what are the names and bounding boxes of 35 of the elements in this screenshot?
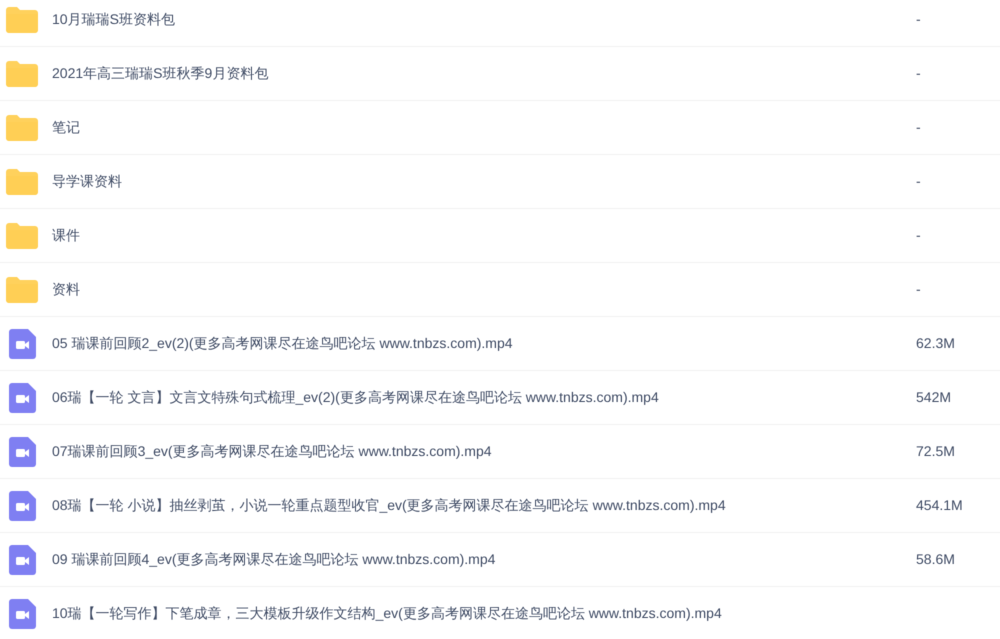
video-file-icon — [9, 382, 36, 412]
file-size: - — [916, 64, 921, 83]
file-name[interactable]: 导学课资料 — [52, 171, 916, 192]
video-file-icon — [9, 598, 36, 628]
file-name[interactable]: 笔记 — [52, 117, 916, 138]
file-name[interactable]: 07瑞课前回顾3_ev(更多高考网课尽在途鸟吧论坛 www.tnbzs.com).mp4 — [52, 441, 916, 462]
file-name[interactable]: 10瑞【一轮写作】下笔成章，三大模板升级作文结构_ev(更多高考网课尽在途鸟吧论坛 www.tnbzs.com).mp4 — [52, 603, 916, 624]
video-file-icon — [9, 328, 36, 358]
file-name[interactable]: 06瑞【一轮 文言】文言文特殊句式梳理_ev(2)(更多高考网课尽在途鸟吧论坛 www.tnbzs.com).mp4 — [52, 387, 916, 408]
file-size: 62.3M — [916, 334, 955, 353]
file-size: 72.5M — [916, 442, 955, 461]
video-file-icon — [9, 490, 36, 520]
folder-icon — [6, 6, 38, 32]
file-size: - — [916, 280, 921, 299]
file-size: - — [916, 10, 921, 29]
file-name[interactable]: 课件 — [52, 225, 916, 246]
file-name[interactable]: 资料 — [52, 279, 916, 300]
file-size: 542M — [916, 388, 952, 407]
file-name[interactable]: 08瑞【一轮 小说】抽丝剥茧，小说一轮重点题型收官_ev(更多高考网课尽在途鸟吧论坛 www.tnbzs.com).mp4 — [52, 495, 916, 516]
folder-icon — [6, 276, 38, 302]
file-size: - — [916, 172, 921, 191]
file-name[interactable]: 2021年高三瑞瑞S班秋季9月资料包 — [52, 63, 916, 84]
file-size: - — [916, 118, 921, 137]
folder-icon — [6, 60, 38, 86]
file-name[interactable]: 09 瑞课前回顾4_ev(更多高考网课尽在途鸟吧论坛 www.tnbzs.com).mp4 — [52, 549, 916, 570]
video-file-icon — [9, 436, 36, 466]
file-size: - — [916, 226, 921, 245]
file-size: 58.6M — [916, 550, 955, 569]
file-size: 454.1M — [916, 496, 963, 515]
folder-icon — [6, 168, 38, 194]
folder-icon — [6, 222, 38, 248]
folder-icon — [6, 114, 38, 140]
file-name[interactable]: 05 瑞课前回顾2_ev(2)(更多高考网课尽在途鸟吧论坛 www.tnbzs.com).mp4 — [52, 333, 916, 354]
file-name[interactable]: 10月瑞瑞S班资料包 — [52, 9, 916, 30]
video-file-icon — [9, 544, 36, 574]
